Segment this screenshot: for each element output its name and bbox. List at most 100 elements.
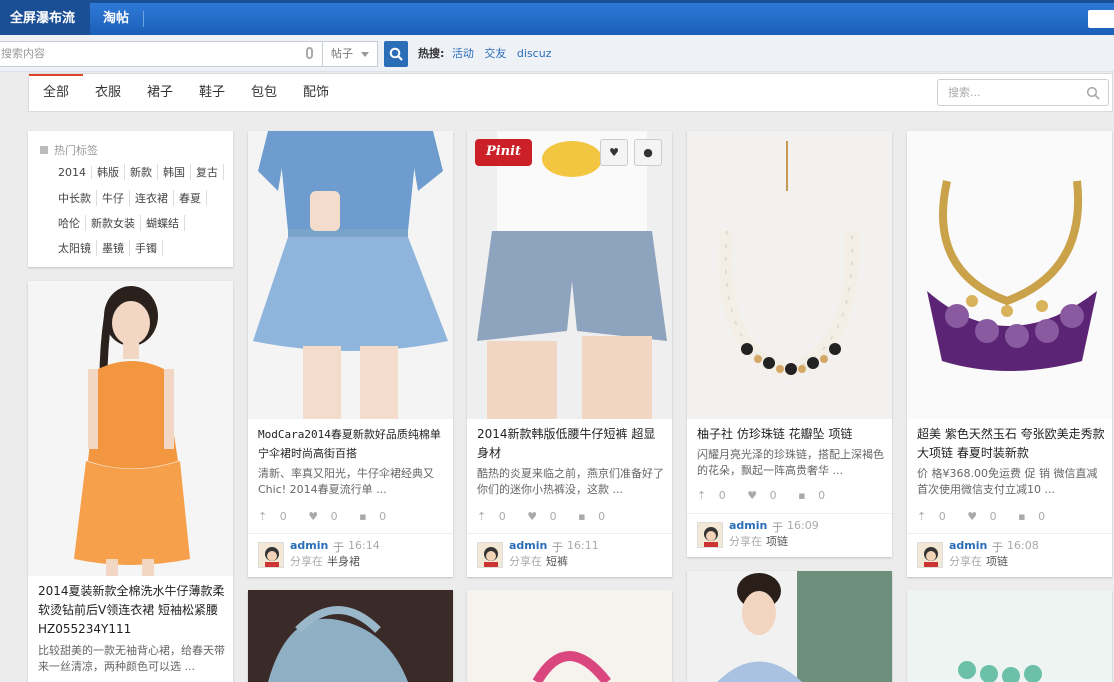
tag-link[interactable]: 蝴蝶结 [146,215,185,231]
post-card[interactable] [907,590,1112,682]
post-card[interactable] [248,590,453,682]
hot-tags-card: 热门标签 2014 韩版 新款 韩国 复古 中长款 牛仔 连衣裙 春夏 哈伦 新款女装 蝴蝶结 太… [28,131,233,267]
post-footer: admin 于 16:09 分享在 项链 [687,513,892,557]
tag-link[interactable]: 新款 [130,164,158,180]
like-count: ♥ 0 [967,510,997,523]
share-icon: ⇡ [917,510,927,523]
tag-link[interactable]: 复古 [196,164,224,180]
category-all[interactable]: 全部 [29,74,83,111]
comment-icon: ▪ [1018,510,1026,523]
tag-link[interactable]: 2014 [58,166,92,179]
hot-keyword-dating[interactable]: 交友 [484,47,506,60]
author-name[interactable]: admin [290,539,328,552]
tag-link[interactable]: 新款女装 [91,215,141,231]
post-image-woman-portrait[interactable] [687,571,892,682]
tag-link[interactable]: 牛仔 [102,190,130,206]
tag-link[interactable]: 韩国 [163,164,191,180]
tab-taotie[interactable]: 淘帖 [93,3,139,35]
post-stats: ⇡ 0 ♥ 0 ▪ 0 [477,510,623,523]
search-bar: 搜索内容 帖子 热搜: 活动 交友 discuz [0,35,1114,72]
comment-count: ▪ 0 [798,489,826,502]
post-title[interactable]: 超美 紫色天然玉石 夸张欧美走秀款大项链 春夏时装新款 [917,425,1105,463]
avatar[interactable] [917,542,943,568]
search-icon[interactable] [1086,86,1100,100]
post-card[interactable]: 柚子社 仿珍珠链 花瓣坠 项链 闪耀月亮光泽的珍珠链，搭配上深褐色的花朵，飘起一… [687,131,892,557]
search-input[interactable]: 搜索内容 [0,41,322,67]
post-title[interactable]: 柚子社 仿珍珠链 花瓣坠 项链 [697,425,885,444]
board-link[interactable]: 半身裙 [327,555,360,568]
hot-searches: 热搜: 活动 交友 discuz [418,45,558,61]
tag-link[interactable]: 连衣裙 [135,190,174,206]
post-time: 16:14 [348,539,380,552]
post-card[interactable] [467,590,672,682]
post-image-orange-dress[interactable] [28,281,233,576]
chevron-down-icon [361,52,369,57]
post-card[interactable]: ModCara2014春夏新款好品质纯棉单宁伞裙时尚高街百搭 清新、率真又阳光，… [248,131,453,577]
post-card[interactable]: 超美 紫色天然玉石 夸张欧美走秀款大项链 春夏时装新款 价 格¥368.00免运… [907,131,1112,577]
post-title[interactable]: 2014夏装新款全棉洗水牛仔薄款柔软烫钻前后V领连衣裙 短袖松紧腰HZ05523… [38,582,226,639]
avatar[interactable] [477,542,503,568]
tag-link[interactable]: 春夏 [179,190,207,206]
board-link[interactable]: 项链 [766,535,788,548]
author-name[interactable]: admin [729,519,767,532]
pinit-button[interactable]: Pinit [475,139,532,166]
post-image-denim-shorts[interactable]: Pinit ♥ ● [467,131,672,419]
comment-button[interactable]: ● [634,139,662,166]
tag-link[interactable]: 中长款 [58,190,97,206]
post-image-pearl-necklace[interactable] [687,131,892,419]
post-image-pink-bag[interactable] [467,590,672,682]
topbar-right-control[interactable] [1088,10,1114,28]
avatar[interactable] [697,522,723,548]
post-footer: admin 于 16:11 分享在 短裤 [467,533,672,577]
category-search-input[interactable]: 搜索... [937,79,1109,106]
post-title[interactable]: 2014新款韩版低腰牛仔短裤 超显身材 [477,425,665,463]
microphone-icon[interactable] [306,47,313,59]
search-scope-select[interactable]: 帖子 [322,41,378,67]
tab-divider [143,11,144,27]
author-name[interactable]: admin [509,539,547,552]
tag-link[interactable]: 太阳镜 [58,240,97,256]
post-image-purple-necklace[interactable] [907,131,1112,419]
post-description: 酷热的炎夏来临之前，燕京们准备好了你们的迷你小热裤没，这款 ... [477,467,664,496]
tag-link[interactable]: 墨镜 [102,240,130,256]
post-card[interactable]: 2014夏装新款全棉洗水牛仔薄款柔软烫钻前后V领连衣裙 短袖松紧腰HZ05523… [28,281,233,682]
comment-icon: ▪ [359,510,367,523]
post-stats: ⇡ 0 ♥ 0 ▪ 0 [697,489,843,502]
post-card[interactable]: Pinit ♥ ● 2014新款韩版低腰牛仔短裤 超显身材 酷热的炎夏来临之前，… [467,131,672,577]
comment-count: ▪ 0 [359,510,387,523]
top-navigation-bar: 全屏瀑布流 淘帖 [0,0,1114,35]
tag-link[interactable]: 哈伦 [58,215,86,231]
hot-keyword-discuz[interactable]: discuz [517,47,552,60]
category-accessories[interactable]: 配饰 [303,74,329,111]
search-scope-label: 帖子 [331,47,353,60]
category-skirts[interactable]: 裙子 [147,74,173,111]
search-button[interactable] [384,41,408,67]
post-footer: admin 于 16:14 分享在 半身裙 [248,533,453,577]
post-time: 16:08 [1007,539,1039,552]
category-clothes[interactable]: 衣服 [95,74,121,111]
category-bags[interactable]: 包包 [251,74,277,111]
hot-search-label: 热搜: [418,47,445,60]
post-card[interactable] [687,571,892,682]
tab-fullscreen-waterfall[interactable]: 全屏瀑布流 [0,3,90,35]
post-stats: ⇡ 0 ♥ 0 ▪ 0 [258,510,404,523]
post-image-bag[interactable] [248,590,453,682]
heart-icon: ♥ [967,510,978,523]
tag-link[interactable]: 手镯 [135,240,163,256]
author-name[interactable]: admin [949,539,987,552]
shared-in: 分享在 半身裙 [290,555,360,568]
post-image-green-jewelry[interactable] [907,590,1112,682]
post-image-denim-skirt[interactable] [248,131,453,419]
tag-link[interactable]: 韩版 [97,164,125,180]
board-link[interactable]: 短裤 [546,555,568,568]
hot-keyword-activity[interactable]: 活动 [452,47,474,60]
post-time: 16:09 [787,519,819,532]
hot-tags-title: 热门标签 [40,142,98,158]
avatar[interactable] [258,542,284,568]
like-button[interactable]: ♥ [600,139,628,166]
category-shoes[interactable]: 鞋子 [199,74,225,111]
post-title[interactable]: ModCara2014春夏新款好品质纯棉单宁伞裙时尚高街百搭 [258,425,446,463]
shared-in: 分享在 项链 [729,535,788,548]
board-link[interactable]: 项链 [986,555,1008,568]
shared-in: 分享在 短裤 [509,555,568,568]
